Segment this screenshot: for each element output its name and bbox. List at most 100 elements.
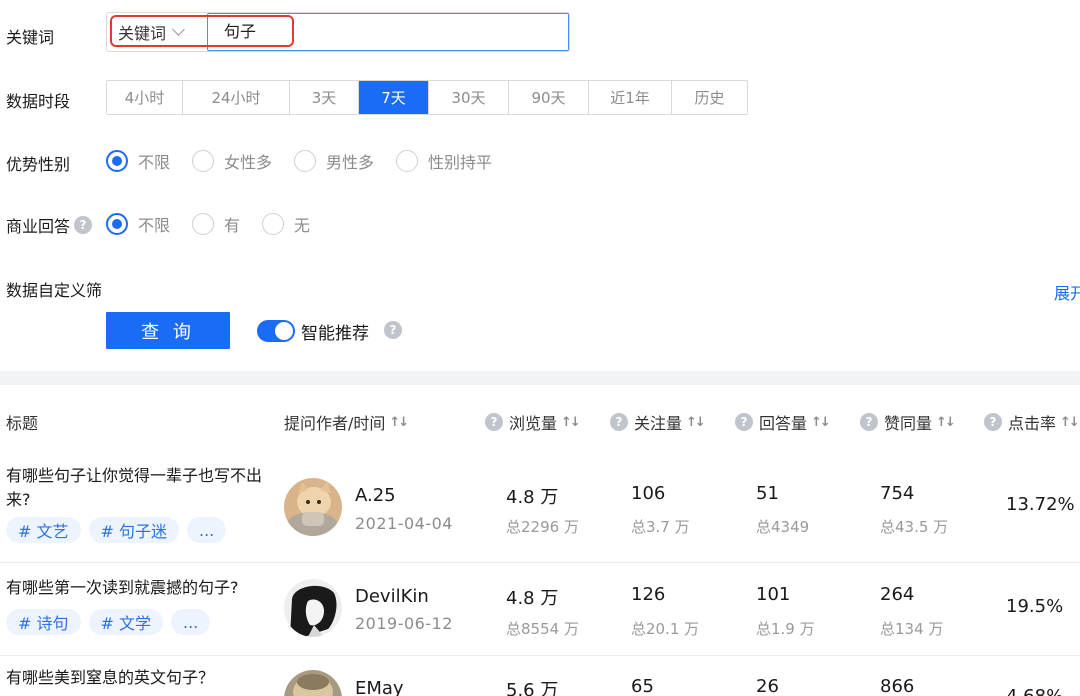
radio-label: 女性多 [224,153,273,172]
commercial-label: 商业回答 [6,217,71,236]
tag[interactable]: # 文艺 [6,517,81,543]
views-value: 5.6 万 [506,680,559,696]
radio-unchecked-icon [294,150,317,172]
row-divider [0,562,1080,563]
period-tab-1y[interactable]: 近1年 [588,81,671,114]
tag[interactable]: # 句子迷 [88,517,179,543]
th-label: 提问作者/时间 [284,414,386,433]
help-icon[interactable]: ? [74,216,93,234]
question-title[interactable]: 有哪些句子让你觉得一辈子也写不出来? [6,464,276,512]
expand-link[interactable]: 展开 [1054,280,1080,304]
commercial-label-wrap: 商业回答 ? [6,213,93,237]
upvotes-value: 866 [880,676,915,696]
period-tab-4h[interactable]: 4小时 [107,81,182,114]
period-tab-90d[interactable]: 90天 [508,81,588,114]
th-label: 点击率 [1008,414,1057,433]
help-icon[interactable]: ? [860,413,878,431]
gender-option-equal[interactable]: 性别持平 [396,149,492,173]
keyword-type-label: 关键词 [118,24,167,43]
sort-icon[interactable]: ↑↓ [389,415,409,430]
radio-label: 男性多 [326,153,375,172]
commercial-option-any[interactable]: 不限 [106,212,170,236]
radio-label: 性别持平 [428,153,493,172]
sort-icon[interactable]: ↑↓ [811,415,831,430]
question-title[interactable]: 有哪些第一次读到就震撼的句子? [6,576,276,600]
gender-label: 优势性别 [6,155,71,174]
ask-date: 2019-06-12 [355,614,453,633]
tag-list: # 诗句 # 文学 ... [6,609,218,635]
period-tab-24h[interactable]: 24小时 [182,81,289,114]
tag[interactable]: # 诗句 [6,609,81,635]
gender-option-any[interactable]: 不限 [106,149,170,173]
help-icon[interactable]: ? [384,321,402,339]
tag-list: # 文艺 # 句子迷 ... [6,517,234,543]
author-name[interactable]: DevilKin [355,586,429,607]
ctr-value: 4.68% [1006,686,1063,696]
answers-total: 总1.9 万 [756,620,815,638]
follows-value: 65 [631,676,654,696]
custom-filter-label: 数据自定义筛 [6,281,103,300]
sort-icon[interactable]: ↑↓ [561,415,581,430]
help-icon[interactable]: ? [735,413,753,431]
follows-total: 总3.7 万 [631,518,690,536]
answers-value: 51 [756,483,779,504]
period-tab-30d[interactable]: 30天 [428,81,508,114]
period-tab-7d[interactable]: 7天 [358,81,428,114]
th-label: 标题 [6,414,39,433]
views-total: 总2296 万 [506,518,579,536]
help-icon[interactable]: ? [610,413,628,431]
upvotes-total: 总43.5 万 [880,518,949,536]
keyword-type-select[interactable]: 关键词 [110,17,206,47]
help-icon[interactable]: ? [984,413,1002,431]
sort-icon[interactable]: ↑↓ [686,415,706,430]
keyword-input[interactable]: 句子 [207,13,569,51]
upvotes-total: 总134 万 [880,620,944,638]
th-views[interactable]: ? 浏览量 ↑↓ [485,410,581,434]
th-answers[interactable]: ? 回答量 ↑↓ [735,410,831,434]
radio-unchecked-icon [262,213,285,235]
tag-more[interactable]: ... [187,517,227,543]
author-name[interactable]: EMay [355,678,404,696]
answers-total: 总4349 [756,518,810,536]
th-ctr[interactable]: ? 点击率 ↑↓ [984,410,1080,434]
period-label: 数据时段 [6,92,71,111]
ctr-value: 13.72% [1006,494,1075,515]
toggle-knob [275,322,293,340]
sort-icon[interactable]: ↑↓ [936,415,956,430]
th-upvotes[interactable]: ? 赞同量 ↑↓ [860,410,956,434]
views-total: 总8554 万 [506,620,579,638]
commercial-option-yes[interactable]: 有 [192,212,240,236]
radio-checked-icon [106,150,128,172]
th-author[interactable]: 提问作者/时间 ↑↓ [284,410,409,434]
section-divider [0,371,1080,385]
th-follows[interactable]: ? 关注量 ↑↓ [610,410,706,434]
question-title[interactable]: 有哪些美到窒息的英文句子？ [6,666,276,690]
th-label: 回答量 [759,414,808,433]
th-label: 浏览量 [509,414,558,433]
th-label: 赞同量 [884,414,933,433]
radio-unchecked-icon [396,150,419,172]
period-tab-history[interactable]: 历史 [671,81,747,114]
follows-value: 106 [631,483,666,504]
author-name[interactable]: A.25 [355,485,396,506]
row-divider [0,655,1080,656]
views-value: 4.8 万 [506,588,559,609]
commercial-radio-group: 不限 有 无 [106,212,332,236]
gender-option-female[interactable]: 女性多 [192,149,272,173]
follows-total: 总20.1 万 [631,620,700,638]
sort-icon[interactable]: ↑↓ [1060,415,1080,430]
tag[interactable]: # 文学 [88,609,163,635]
query-button[interactable]: 查 询 [106,312,230,349]
radio-unchecked-icon [192,213,215,235]
period-tab-3d[interactable]: 3天 [289,81,358,114]
radio-label: 无 [294,216,311,235]
commercial-option-no[interactable]: 无 [262,212,310,236]
gender-option-male[interactable]: 男性多 [294,149,374,173]
gender-radio-group: 不限 女性多 男性多 性别持平 [106,149,514,173]
smart-recommend-toggle[interactable] [257,320,295,342]
tag-more[interactable]: ... [171,609,211,635]
help-icon[interactable]: ? [485,413,503,431]
radio-checked-icon [106,213,128,235]
follows-value: 126 [631,584,666,605]
smart-recommend-label: 智能推荐 [301,324,369,344]
